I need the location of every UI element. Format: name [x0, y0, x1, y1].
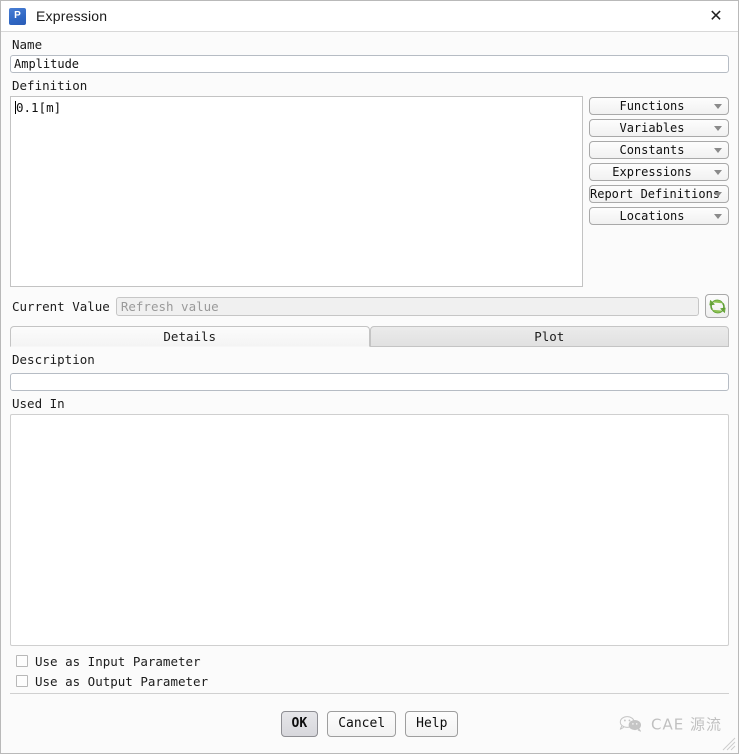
- definition-textarea[interactable]: 0.1[m]: [10, 96, 583, 287]
- insert-dropdown-column: Functions Variables Constants Expression…: [589, 96, 729, 225]
- current-value-input[interactable]: Refresh value: [115, 296, 699, 316]
- dropdown-report-definitions[interactable]: Report Definitions: [589, 185, 729, 203]
- expression-dialog: P Expression ✕ Name Amplitude Definition…: [0, 0, 739, 754]
- window-title: Expression: [36, 8, 108, 24]
- definition-label: Definition: [12, 78, 88, 93]
- current-value-placeholder: Refresh value: [120, 298, 219, 314]
- description-input[interactable]: [10, 373, 729, 391]
- help-button[interactable]: Help: [405, 710, 459, 737]
- watermark-text: CAE 源流: [651, 715, 722, 733]
- tab-details-label: Details: [163, 329, 217, 344]
- tab-plot[interactable]: Plot: [369, 326, 729, 347]
- use-as-output-parameter-row[interactable]: Use as Output Parameter: [10, 671, 729, 691]
- watermark: CAE 源流: [618, 713, 722, 734]
- dropdown-functions-label: Functions: [619, 99, 685, 113]
- ok-button[interactable]: OK: [280, 710, 319, 737]
- workbench-parameter-icon: P: [9, 7, 26, 25]
- help-button-label: Help: [416, 716, 448, 731]
- dropdown-locations-label: Locations: [619, 209, 685, 223]
- used-in-label: Used In: [12, 396, 65, 411]
- dropdown-constants-label: Constants: [619, 143, 685, 157]
- resize-grip-icon[interactable]: [722, 737, 736, 751]
- dropdown-report-definitions-label: Report Definitions: [590, 187, 721, 201]
- app-icon-glyph: P: [14, 10, 21, 21]
- dropdown-functions[interactable]: Functions: [589, 97, 729, 115]
- current-value-label: Current Value: [12, 298, 110, 314]
- title-bar: P Expression ✕: [1, 1, 738, 32]
- cancel-button[interactable]: Cancel: [327, 710, 397, 737]
- tab-plot-label: Plot: [534, 329, 565, 344]
- dropdown-locations[interactable]: Locations: [589, 207, 729, 225]
- use-as-output-parameter-label: Use as Output Parameter: [35, 673, 209, 689]
- dialog-footer: OK Cancel Help CAE 源流: [1, 694, 738, 753]
- chevron-down-icon: [714, 169, 722, 175]
- description-label: Description: [12, 352, 95, 367]
- dropdown-constants[interactable]: Constants: [589, 141, 729, 159]
- chevron-down-icon: [714, 103, 722, 109]
- current-value-row: Current Value Refresh value: [10, 294, 729, 318]
- use-as-input-parameter-row[interactable]: Use as Input Parameter: [10, 651, 729, 671]
- definition-text: 0.1[m]: [16, 100, 62, 115]
- use-as-output-parameter-checkbox[interactable]: [16, 675, 28, 687]
- name-label: Name: [12, 37, 43, 52]
- dropdown-expressions-label: Expressions: [612, 165, 692, 179]
- chevron-down-icon: [714, 191, 722, 197]
- cancel-button-label: Cancel: [338, 716, 386, 731]
- ok-button-label: OK: [291, 716, 308, 731]
- chevron-down-icon: [714, 125, 722, 131]
- dropdown-variables[interactable]: Variables: [589, 119, 729, 137]
- name-input[interactable]: Amplitude: [10, 55, 729, 73]
- chevron-down-icon: [714, 147, 722, 153]
- refresh-button[interactable]: [705, 294, 729, 318]
- wechat-logo-icon: [619, 716, 642, 732]
- refresh-icon: [708, 299, 726, 313]
- chevron-down-icon: [714, 213, 722, 219]
- use-as-input-parameter-checkbox[interactable]: [16, 655, 28, 667]
- tab-details[interactable]: Details: [10, 326, 370, 347]
- used-in-list[interactable]: [10, 414, 729, 646]
- dropdown-variables-label: Variables: [619, 121, 685, 135]
- dropdown-expressions[interactable]: Expressions: [589, 163, 729, 181]
- name-input-value: Amplitude: [14, 57, 80, 71]
- close-icon[interactable]: ✕: [694, 1, 738, 32]
- definition-row: 0.1[m] Functions Variables Constants Exp…: [10, 96, 729, 287]
- dialog-body: Name Amplitude Definition 0.1[m] Functio…: [1, 32, 738, 694]
- use-as-input-parameter-label: Use as Input Parameter: [35, 653, 201, 669]
- tab-strip: Details Plot: [10, 326, 729, 347]
